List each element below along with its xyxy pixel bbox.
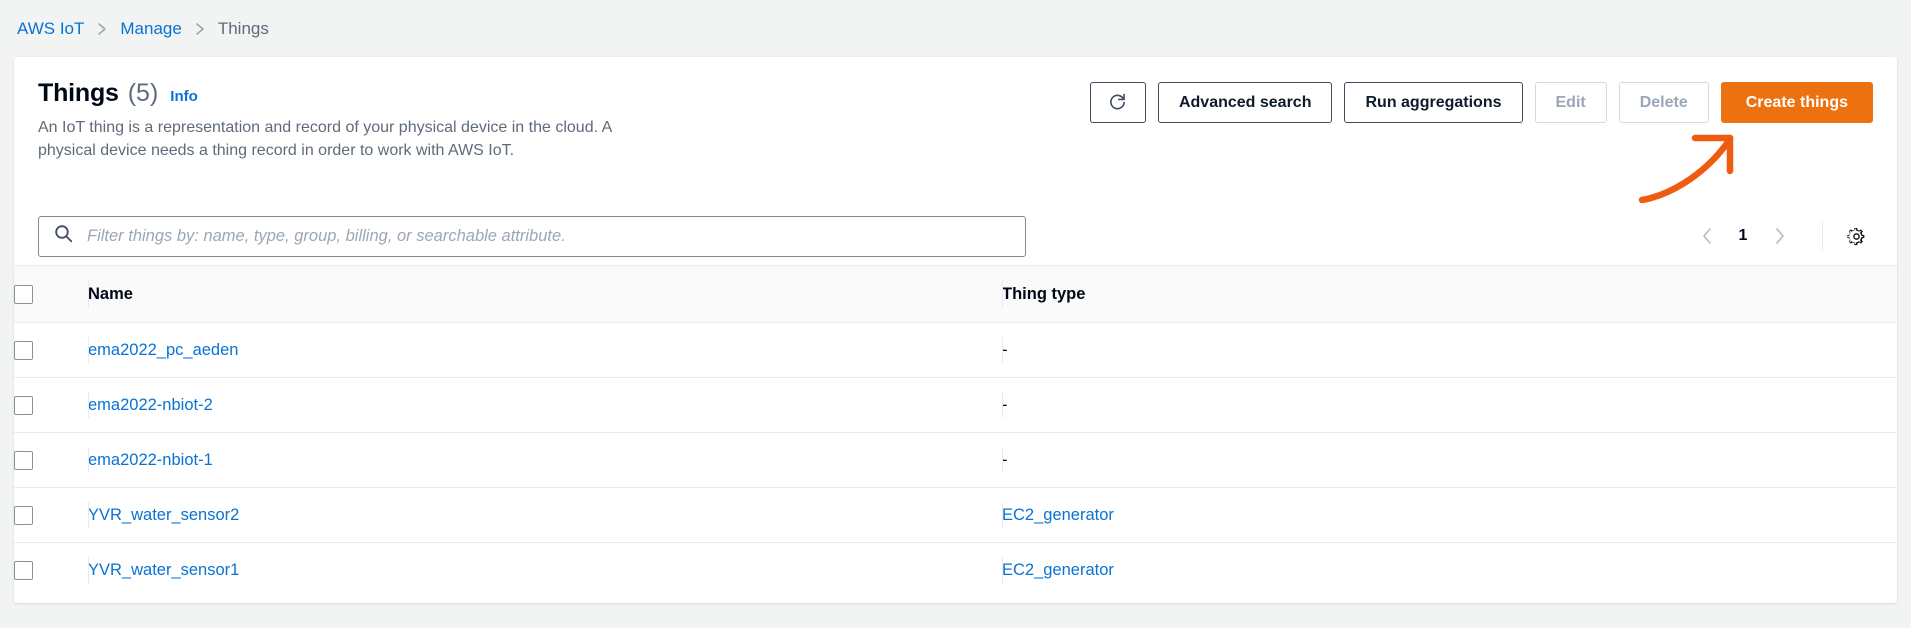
select-all-header: [14, 265, 88, 323]
row-name-cell: ema2022-nbiot-2: [88, 377, 1002, 433]
row-type-cell: -: [1002, 432, 1897, 488]
row-type-cell: -: [1002, 377, 1897, 433]
column-header-name[interactable]: Name: [88, 265, 1002, 323]
row-name-cell: YVR_water_sensor1: [88, 543, 1002, 598]
pagination-page-1[interactable]: 1: [1728, 227, 1758, 245]
row-type-cell: EC2_generator: [1002, 543, 1897, 598]
table-row[interactable]: ema2022_pc_aeden -: [14, 322, 1897, 378]
row-name-cell: ema2022_pc_aeden: [88, 322, 1002, 378]
row-type-cell: -: [1002, 322, 1897, 378]
thing-type-value: -: [1002, 340, 1008, 359]
row-checkbox[interactable]: [14, 340, 33, 360]
chevron-right-icon: [194, 22, 206, 36]
advanced-search-button[interactable]: Advanced search: [1157, 82, 1333, 123]
refresh-icon: [1108, 93, 1127, 112]
refresh-button[interactable]: [1089, 82, 1146, 123]
panel-header: Things (5) Info An IoT thing is a repres…: [14, 57, 1897, 207]
row-select-cell: [14, 432, 88, 488]
panel-description: An IoT thing is a representation and rec…: [38, 117, 638, 162]
table-row[interactable]: YVR_water_sensor2 EC2_generator: [14, 487, 1897, 543]
thing-type-value: -: [1002, 450, 1008, 469]
description-line-2: needs a thing record in order to work wi…: [150, 141, 515, 159]
chevron-right-icon: [96, 22, 108, 36]
table-row[interactable]: ema2022-nbiot-2 -: [14, 377, 1897, 433]
row-name-cell: YVR_water_sensor2: [88, 487, 1002, 543]
row-type-cell: EC2_generator: [1002, 487, 1897, 543]
row-select-cell: [14, 322, 88, 378]
things-count: (5): [127, 79, 159, 107]
row-select-cell: [14, 487, 88, 543]
things-table: Name Thing type ema2022_pc_aeden - ema20…: [14, 265, 1897, 598]
action-toolbar: Advanced search Run aggregations Edit De…: [1089, 82, 1873, 123]
column-header-thing-type[interactable]: Thing type: [1002, 265, 1897, 323]
row-checkbox[interactable]: [14, 505, 33, 525]
pagination-divider: [1822, 222, 1823, 250]
search-input[interactable]: [85, 216, 1025, 256]
thing-name-link[interactable]: YVR_water_sensor1: [88, 561, 239, 579]
row-checkbox[interactable]: [14, 395, 33, 415]
breadcrumb-item-manage[interactable]: Manage: [120, 19, 181, 39]
things-panel: Things (5) Info An IoT thing is a repres…: [14, 57, 1897, 603]
run-aggregations-button[interactable]: Run aggregations: [1344, 82, 1523, 123]
row-name-cell: ema2022-nbiot-1: [88, 432, 1002, 488]
select-all-checkbox[interactable]: [14, 284, 33, 304]
pagination-next-button[interactable]: [1758, 215, 1800, 257]
row-select-cell: [14, 377, 88, 433]
pagination: 1: [1686, 215, 1873, 257]
pagination-prev-button[interactable]: [1686, 215, 1728, 257]
table-body: ema2022_pc_aeden - ema2022-nbiot-2 - ema…: [14, 322, 1897, 598]
info-link[interactable]: Info: [170, 88, 198, 105]
edit-button[interactable]: Edit: [1534, 82, 1607, 123]
thing-type-link[interactable]: EC2_generator: [1002, 506, 1114, 524]
thing-name-link[interactable]: ema2022-nbiot-1: [88, 451, 213, 469]
row-checkbox[interactable]: [14, 560, 33, 580]
table-row[interactable]: ema2022-nbiot-1 -: [14, 432, 1897, 488]
thing-type-link[interactable]: EC2_generator: [1002, 561, 1114, 579]
thing-type-value: -: [1002, 395, 1008, 414]
thing-name-link[interactable]: ema2022_pc_aeden: [88, 341, 238, 359]
breadcrumb-item-aws-iot[interactable]: AWS IoT: [17, 19, 84, 39]
table-row[interactable]: YVR_water_sensor1 EC2_generator: [14, 543, 1897, 598]
table-header-row: Name Thing type: [14, 265, 1897, 323]
breadcrumb: AWS IoT Manage Things: [0, 0, 1911, 57]
search-box[interactable]: [38, 215, 1026, 257]
thing-name-link[interactable]: YVR_water_sensor2: [88, 506, 239, 524]
row-checkbox[interactable]: [14, 450, 33, 470]
search-icon: [54, 224, 73, 248]
thing-name-link[interactable]: ema2022-nbiot-2: [88, 396, 213, 414]
page-title-text: Things: [38, 79, 119, 107]
row-select-cell: [14, 543, 88, 598]
create-things-button[interactable]: Create things: [1720, 82, 1873, 123]
gear-icon[interactable]: [1839, 219, 1873, 253]
delete-button[interactable]: Delete: [1618, 82, 1709, 123]
filter-row: 1: [14, 207, 1897, 265]
breadcrumb-item-things: Things: [217, 18, 269, 38]
